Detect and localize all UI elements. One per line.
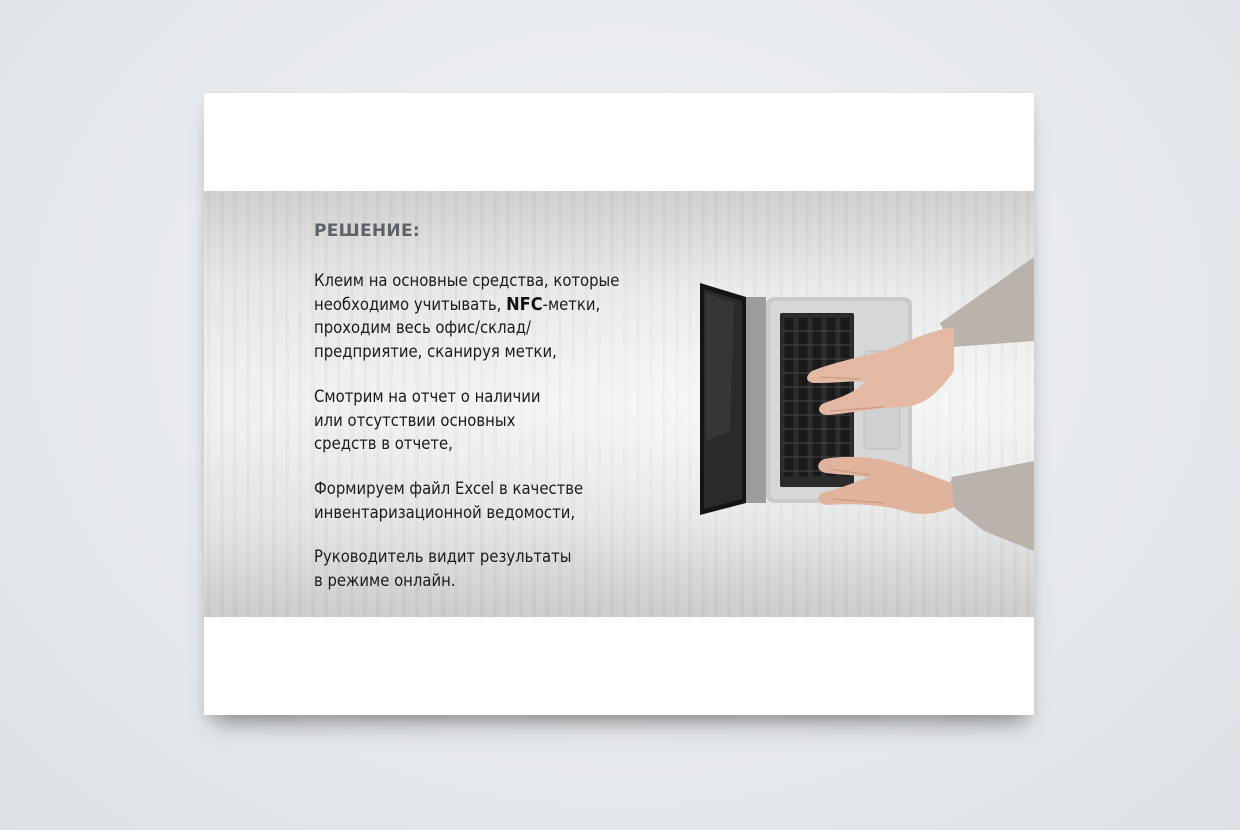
- paragraph-report: Смотрим на отчет о наличии или отсутстви…: [314, 387, 541, 453]
- paragraph-excel: Формируем файл Excel в качестве инвентар…: [314, 479, 584, 522]
- wood-background-band: РЕШЕНИЕ: Клеим на основные средства, кот…: [204, 191, 1034, 617]
- slide-heading: РЕШЕНИЕ:: [314, 221, 420, 241]
- presentation-slide: РЕШЕНИЕ: Клеим на основные средства, кот…: [204, 93, 1034, 715]
- nfc-highlight: NFC: [506, 293, 543, 315]
- paragraph-manager: Руководитель видит результаты в режиме о…: [314, 547, 572, 590]
- paragraph-nfc-tags: Клеим на основные средства, которые необ…: [314, 269, 619, 363]
- laptop-typing-photo: [700, 257, 1034, 551]
